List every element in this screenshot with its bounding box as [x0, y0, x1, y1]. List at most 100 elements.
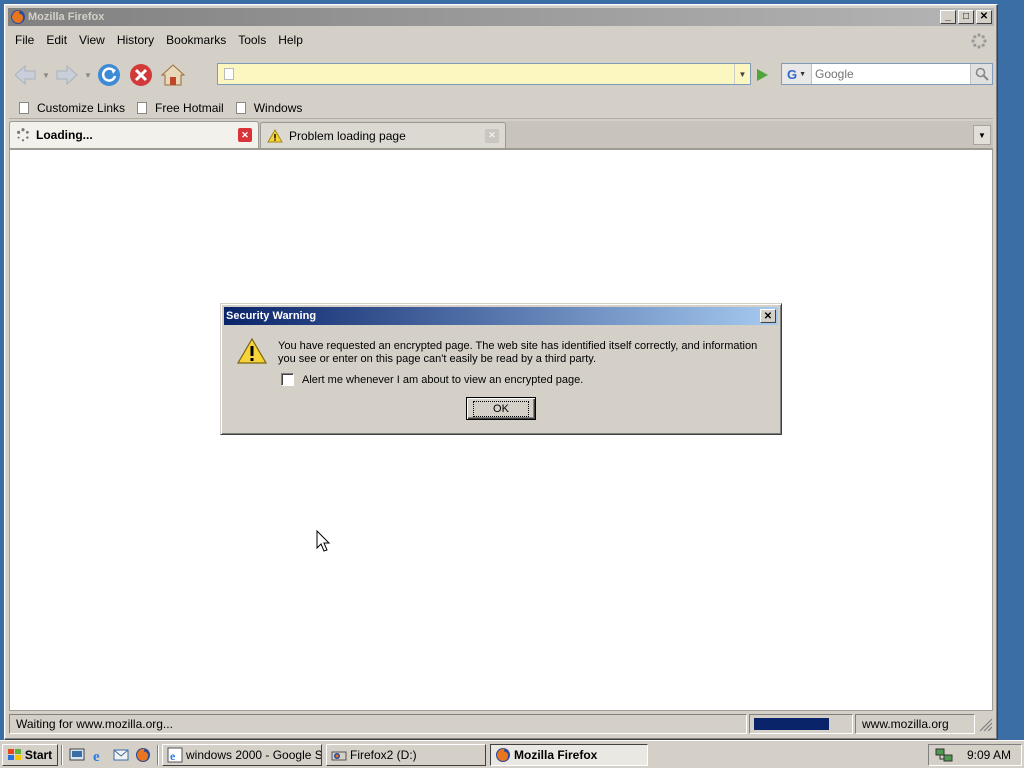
resize-grip-icon[interactable] — [977, 716, 993, 732]
back-arrow-icon — [14, 64, 36, 86]
svg-text:e: e — [170, 749, 176, 763]
ie-page-icon: e — [167, 747, 183, 763]
go-button[interactable] — [751, 65, 773, 85]
outlook-express-icon — [113, 749, 129, 760]
security-warning-dialog: Security Warning ✕ You have requested an… — [220, 303, 782, 435]
ok-button-label: OK — [473, 400, 529, 417]
url-history-dropdown[interactable]: ▼ — [734, 64, 750, 84]
alert-checkbox[interactable] — [281, 373, 294, 386]
quicklaunch-internet-explorer[interactable]: e — [89, 745, 109, 765]
forward-history-dropdown[interactable]: ▼ — [83, 71, 93, 80]
go-arrow-icon — [757, 69, 768, 81]
ok-button[interactable]: OK — [466, 397, 536, 420]
close-button[interactable]: ✕ — [976, 10, 992, 24]
window-titlebar[interactable]: Mozilla Firefox _ □ ✕ — [8, 8, 994, 26]
firefox-icon — [496, 747, 510, 762]
task-firefox2-drive[interactable]: Firefox2 (D:) — [326, 743, 486, 766]
loading-spinner-icon — [17, 128, 29, 142]
bookmark-windows[interactable]: Windows — [235, 101, 302, 115]
firefox-icon — [136, 747, 150, 762]
google-engine-icon: G — [786, 66, 798, 82]
search-engine-selector[interactable]: G ▼ — [782, 64, 812, 84]
dialog-message: You have requested an encrypted page. Th… — [278, 340, 758, 365]
quicklaunch-show-desktop[interactable] — [67, 745, 87, 765]
menu-tools[interactable]: Tools — [232, 33, 272, 47]
tab-label: Loading... — [36, 128, 93, 142]
status-bar: Waiting for www.mozilla.org... www.mozil… — [9, 713, 993, 735]
alert-checkbox-row[interactable]: Alert me whenever I am about to view an … — [281, 373, 583, 386]
home-button[interactable] — [159, 61, 187, 89]
bookmark-label: Free Hotmail — [155, 100, 224, 115]
bookmark-label: Customize Links — [37, 100, 126, 115]
dialog-titlebar[interactable]: Security Warning ✕ — [224, 307, 778, 325]
tab-label: Problem loading page — [289, 128, 406, 143]
search-bar[interactable]: G ▼ — [781, 63, 993, 85]
stop-button[interactable] — [127, 61, 155, 89]
warning-icon — [237, 337, 267, 364]
navigation-toolbar: ▼ ▼ ▼ G ▼ — [9, 53, 993, 97]
status-text: Waiting for www.mozilla.org... — [9, 714, 747, 734]
minimize-button[interactable]: _ — [940, 10, 956, 24]
internet-explorer-icon: e — [93, 749, 100, 763]
window-title: Mozilla Firefox — [28, 11, 105, 23]
network-icon[interactable] — [935, 747, 953, 763]
task-google-search[interactable]: e windows 2000 - Google S... — [162, 743, 322, 766]
quicklaunch-outlook-express[interactable] — [111, 745, 131, 765]
forward-arrow-icon — [56, 64, 78, 86]
tab-close-button[interactable]: ✕ — [485, 128, 499, 143]
task-label: Mozilla Firefox — [514, 747, 598, 762]
windows-flag-icon — [7, 748, 21, 760]
system-tray: 9:09 AM — [928, 744, 1022, 766]
bookmarks-toolbar: Customize Links Free Hotmail Windows — [9, 97, 993, 119]
url-input[interactable] — [234, 65, 734, 83]
menu-view[interactable]: View — [73, 33, 111, 47]
tab-strip: Loading... ✕ Problem loading page ✕ ▼ — [9, 121, 993, 149]
search-button[interactable] — [970, 64, 992, 84]
reload-icon — [98, 64, 120, 86]
maximize-button[interactable]: □ — [958, 10, 974, 24]
tab-problem-loading[interactable]: Problem loading page ✕ — [260, 122, 506, 148]
start-label: Start — [24, 747, 53, 762]
firefox-icon — [11, 10, 25, 24]
back-history-dropdown[interactable]: ▼ — [41, 71, 51, 80]
menubar: File Edit View History Bookmarks Tools H… — [9, 29, 993, 51]
menu-history[interactable]: History — [111, 33, 160, 47]
forward-button[interactable] — [53, 61, 81, 89]
tab-list-button[interactable]: ▼ — [973, 125, 991, 145]
task-mozilla-firefox[interactable]: Mozilla Firefox — [490, 743, 648, 766]
start-button[interactable]: Start — [2, 743, 58, 766]
search-input[interactable] — [812, 65, 970, 83]
url-bar[interactable]: ▼ — [217, 63, 751, 85]
dialog-title: Security Warning — [226, 310, 317, 322]
bookmark-free-hotmail[interactable]: Free Hotmail — [137, 101, 224, 115]
menu-file[interactable]: File — [9, 33, 40, 47]
task-label: Firefox2 (D:) — [350, 747, 417, 762]
bookmark-page-icon — [137, 101, 148, 114]
taskbar: Start e e windows 2000 - Google S... Fir… — [0, 740, 1024, 768]
throbber-icon — [971, 33, 987, 49]
show-desktop-icon — [69, 748, 85, 760]
quicklaunch-firefox[interactable] — [133, 745, 153, 765]
reload-button[interactable] — [95, 61, 123, 89]
page-icon — [224, 68, 234, 80]
menu-bookmarks[interactable]: Bookmarks — [160, 33, 232, 47]
task-label: windows 2000 - Google S... — [186, 747, 322, 762]
tab-close-button[interactable]: ✕ — [238, 128, 252, 142]
clock[interactable]: 9:09 AM — [953, 748, 1021, 762]
dialog-close-button[interactable]: ✕ — [760, 309, 776, 323]
alert-checkbox-label: Alert me whenever I am about to view an … — [302, 373, 584, 386]
menu-help[interactable]: Help — [272, 33, 309, 47]
bookmark-page-icon — [235, 101, 246, 114]
bookmark-page-icon — [19, 101, 29, 114]
mouse-cursor-icon — [316, 530, 331, 552]
drive-icon — [331, 751, 347, 760]
menu-edit[interactable]: Edit — [40, 33, 73, 47]
svg-text:e: e — [93, 749, 100, 763]
tab-loading[interactable]: Loading... ✕ — [9, 121, 259, 148]
taskbar-separator — [157, 744, 159, 765]
taskbar-separator — [61, 744, 63, 765]
stop-icon — [130, 64, 152, 86]
bookmark-customize-links[interactable]: Customize Links — [19, 101, 125, 115]
status-host: www.mozilla.org — [855, 714, 975, 734]
back-button[interactable] — [11, 61, 39, 89]
